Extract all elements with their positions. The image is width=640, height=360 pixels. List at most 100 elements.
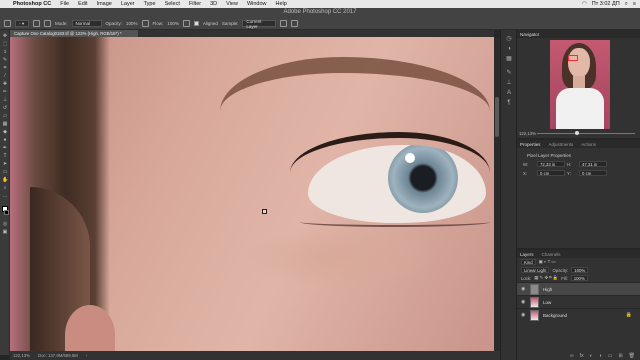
zoom-tool-icon[interactable]: ⌕ [2, 186, 8, 191]
dodge-tool-icon[interactable]: ● [2, 138, 8, 143]
x-field[interactable]: 0 cm [537, 170, 565, 176]
healing-brush-tool-icon[interactable]: ✚ [2, 82, 8, 87]
gradient-tool-icon[interactable]: ▦ [2, 122, 8, 127]
new-group-icon[interactable]: ▭ [608, 353, 613, 359]
aligned-checkbox[interactable] [193, 21, 199, 26]
sample-select[interactable]: Current Layer [242, 19, 277, 29]
filter-icons[interactable]: ▣ ◐ T ▭ [539, 259, 556, 265]
more-tools-icon[interactable]: … [2, 194, 8, 199]
h-field[interactable]: 47,31 in [579, 161, 607, 167]
layer-item-high[interactable]: ◉ High [517, 282, 640, 295]
eraser-tool-icon[interactable]: ▱ [2, 114, 8, 119]
menu-filter[interactable]: Filter [189, 1, 201, 7]
lasso-tool-icon[interactable]: ↄ [2, 50, 8, 55]
clone-stamp-tool-icon[interactable] [4, 20, 11, 27]
scroll-thumb[interactable] [495, 97, 499, 137]
menu-edit[interactable]: Edit [78, 1, 87, 7]
navigator-view-box[interactable] [568, 55, 578, 61]
character-panel-icon[interactable]: A [505, 90, 513, 97]
menu-image[interactable]: Image [97, 1, 112, 7]
menu-type[interactable]: Type [144, 1, 156, 7]
status-doc-info[interactable]: Doc: 137,9M/689,6M [38, 353, 78, 358]
clock[interactable]: Пт 3:02 ДП [592, 1, 620, 7]
history-panel-icon[interactable]: ◷ [505, 36, 513, 43]
fx-icon[interactable]: fx [580, 353, 584, 359]
tab-layers[interactable]: Layers [520, 252, 534, 257]
navigator-thumbnail[interactable] [550, 40, 610, 129]
visibility-eye-icon[interactable]: ◉ [521, 312, 526, 318]
navigator-zoom[interactable]: 122,13% [519, 131, 536, 136]
visibility-eye-icon[interactable]: ◉ [521, 299, 526, 305]
zoom-slider-knob[interactable] [575, 131, 579, 135]
pressure-opacity-icon[interactable] [141, 20, 149, 27]
trash-icon[interactable]: 🗑 [629, 353, 635, 359]
type-tool-icon[interactable]: T [2, 154, 8, 159]
wifi-icon[interactable]: ◠ [582, 1, 587, 7]
brush-size-picker[interactable]: ◦ ▾ [15, 20, 29, 27]
brush-tool-icon[interactable]: ✏ [2, 90, 8, 95]
layer-filter-kind[interactable]: Kind [521, 259, 536, 265]
menu-view[interactable]: View [226, 1, 238, 7]
path-select-tool-icon[interactable]: ➤ [2, 162, 8, 167]
flow-value[interactable]: 100% [167, 21, 179, 26]
menu-window[interactable]: Window [247, 1, 267, 7]
visibility-eye-icon[interactable]: ◉ [521, 286, 526, 292]
paragraph-panel-icon[interactable]: ¶ [505, 100, 513, 107]
status-arrow-icon[interactable]: › [86, 353, 87, 358]
brush-panel-icon[interactable] [33, 20, 40, 27]
color-panel-icon[interactable]: ◑ [505, 46, 513, 53]
blend-mode-select[interactable]: Linear Light [521, 267, 550, 273]
app-menu[interactable]: Photoshop CC [13, 1, 51, 7]
clone-source-panel-icon[interactable]: ⊥ [505, 80, 513, 87]
menu-3d[interactable]: 3D [210, 1, 217, 7]
clone-source-icon[interactable] [44, 20, 51, 27]
document-tab[interactable]: Capture One Catalog0183.tif @ 122% (High… [10, 30, 138, 37]
clone-stamp-tool-icon[interactable]: ⊥ [2, 98, 8, 103]
image-canvas[interactable] [10, 37, 494, 351]
menu-help[interactable]: Help [276, 1, 287, 7]
pressure-size-icon[interactable] [291, 20, 299, 27]
list-icon[interactable]: ≡ [633, 1, 636, 7]
eyedropper-tool-icon[interactable]: ⁄ [2, 74, 8, 79]
lock-icons[interactable]: ▦ ✎ ✥ ⌗ 🔒 [534, 275, 558, 281]
layer-item-background[interactable]: ◉ Background 🔒 [517, 308, 640, 321]
menu-layer[interactable]: Layer [121, 1, 135, 7]
add-mask-icon[interactable]: ◐ [590, 353, 593, 359]
fill-field[interactable]: 100% [570, 275, 588, 281]
new-layer-icon[interactable]: ⊞ [618, 353, 622, 359]
navigator-zoom-slider[interactable] [537, 131, 635, 135]
w-field[interactable]: 72,33 in [537, 161, 565, 167]
tab-properties[interactable]: Properties [520, 142, 541, 147]
ignore-adjustment-icon[interactable] [280, 20, 288, 27]
layer-name[interactable]: Low [543, 300, 551, 305]
move-tool-icon[interactable]: ✥ [2, 34, 8, 39]
opacity-value[interactable]: 100% [126, 21, 138, 26]
background-color-swatch[interactable] [4, 210, 9, 215]
adjustment-layer-icon[interactable]: ◑ [599, 353, 602, 359]
swatches-panel-icon[interactable]: ▦ [505, 56, 513, 63]
blur-tool-icon[interactable]: ◆ [2, 130, 8, 135]
mode-select[interactable]: Normal [71, 20, 102, 27]
pen-tool-icon[interactable]: ✒ [2, 146, 8, 151]
link-layers-icon[interactable]: ∞ [570, 353, 574, 359]
brush-panel-icon[interactable]: ✎ [505, 70, 513, 77]
marquee-tool-icon[interactable]: ⬚ [2, 42, 8, 47]
crop-tool-icon[interactable]: ⌗ [2, 66, 8, 71]
layer-opacity-field[interactable]: 100% [571, 267, 589, 273]
hand-tool-icon[interactable]: ✋ [2, 178, 8, 183]
airbrush-icon[interactable] [182, 20, 190, 27]
layer-name[interactable]: Background [543, 313, 567, 318]
status-zoom[interactable]: 122,13% [13, 353, 30, 358]
shape-tool-icon[interactable]: ▭ [2, 170, 8, 175]
layer-item-low[interactable]: ◉ Low [517, 295, 640, 308]
tab-adjustments[interactable]: Adjustments [549, 142, 574, 147]
y-field[interactable]: 0 cm [579, 170, 607, 176]
history-brush-tool-icon[interactable]: ↺ [2, 106, 8, 111]
tab-actions[interactable]: Actions [581, 142, 596, 147]
layer-name[interactable]: High [543, 287, 552, 292]
menu-file[interactable]: File [60, 1, 69, 7]
quick-mask-icon[interactable]: ◎ [2, 222, 8, 227]
navigator-title[interactable]: Navigator [520, 32, 539, 37]
quick-select-tool-icon[interactable]: ✎ [2, 58, 8, 63]
screen-mode-icon[interactable]: ▣ [2, 230, 8, 235]
